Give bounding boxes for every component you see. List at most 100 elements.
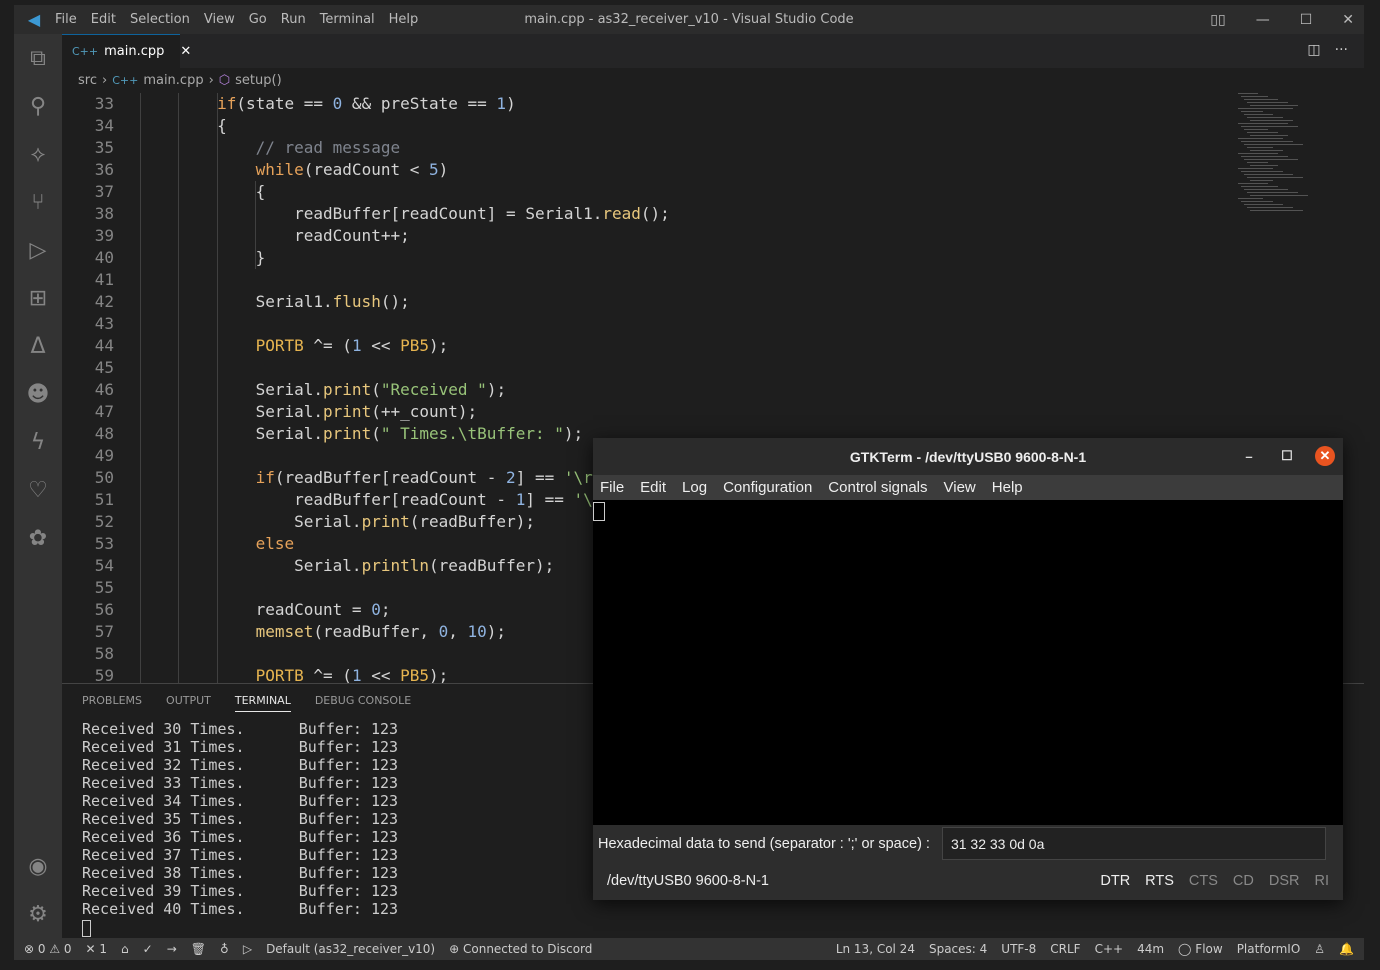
close-button[interactable]: ✕ [1342,12,1354,28]
tab-main-cpp[interactable]: C++ main.cpp ✕ [62,34,191,68]
menu-terminal[interactable]: Terminal [320,12,375,27]
gtk-menu-help[interactable]: Help [992,479,1023,496]
status-item[interactable]: ♙ [1314,942,1325,956]
close-tab-icon[interactable]: ✕ [180,44,191,59]
status-item[interactable]: Spaces: 4 [929,942,987,956]
menu-help[interactable]: Help [389,12,419,27]
explorer-icon[interactable]: ⧉ [14,34,62,82]
line-code: readCount = 0; [140,599,391,621]
status-item[interactable]: ♁ [220,942,229,956]
panel-tab-output[interactable]: OUTPUT [166,694,211,712]
git-graph-icon[interactable]: ⟡ [14,130,62,178]
tab-label: main.cpp [104,44,165,59]
layout-icon[interactable]: ▯▯ [1210,12,1225,28]
gtk-menu-log[interactable]: Log [682,479,707,496]
code-token: 1 [351,666,362,683]
code-token: Serial. [140,512,362,531]
split-editor-icon[interactable]: ◫ [1307,42,1320,58]
code-token: readBuffer[readCount] = Serial1. [140,204,603,223]
menu-view[interactable]: View [204,12,235,27]
line-code: readCount++; [140,225,410,247]
gtk-menu-configuration[interactable]: Configuration [723,479,812,496]
status-item[interactable]: PlatformIO [1237,942,1301,956]
minimap-line [1247,147,1273,148]
breadcrumb-symbol[interactable]: setup() [235,73,282,88]
code-token: Serial. [140,556,362,575]
status-item[interactable]: ⊕ Connected to Discord [449,942,592,956]
status-item[interactable]: → [167,942,177,956]
panel-tab-terminal[interactable]: TERMINAL [234,694,291,712]
lightning-icon[interactable]: ϟ [14,418,62,466]
extensions-icon[interactable]: ⊞ [14,274,62,322]
status-item[interactable]: C++ [1095,942,1124,956]
breadcrumb-file[interactable]: main.cpp [143,73,203,88]
status-item[interactable]: ✕ 1 [86,942,108,956]
search-icon[interactable]: ⚲ [14,82,62,130]
gtk-menu-view[interactable]: View [944,479,976,496]
minimize-button[interactable]: – [1239,449,1259,464]
maximize-button[interactable]: ☐ [1277,448,1297,464]
terminal-output[interactable]: Received 30 Times. Buffer: 123 Received 3… [82,720,398,918]
status-item[interactable]: ◯ Flow [1178,942,1223,956]
close-button[interactable]: ✕ [1315,446,1335,466]
menu-run[interactable]: Run [281,12,306,27]
status-item[interactable]: UTF-8 [1001,942,1036,956]
code-token: "Received " [380,380,487,399]
port-status: /dev/ttyUSB0 9600-8-N-1 [607,873,769,889]
status-item[interactable]: 44m [1137,942,1164,956]
terminal-line: Received 30 Times. Buffer: 123 [82,720,399,738]
menu-edit[interactable]: Edit [91,12,116,27]
platformio-icon[interactable]: ☻ [14,370,62,418]
line-number: 52 [94,512,114,531]
serial-terminal-screen[interactable] [593,500,1343,825]
code-token: print [323,402,372,421]
paw-icon[interactable]: ✿ [14,514,62,562]
status-item[interactable]: 🗑 [191,942,206,956]
menu-file[interactable]: File [55,12,77,27]
hex-send-input[interactable] [941,827,1326,860]
source-control-icon[interactable]: ⑂ [14,178,62,226]
run-debug-icon[interactable]: ▷ [14,226,62,274]
panel-tab-debug-console[interactable]: DEBUG CONSOLE [315,694,411,712]
code-token: { [140,116,227,135]
line-number: 48 [94,424,114,443]
terminal-line: Received 37 Times. Buffer: 123 [82,846,399,864]
minimap-line [1241,171,1283,172]
menu-go[interactable]: Go [249,12,267,27]
panel-tab-problems[interactable]: PROBLEMS [82,694,142,712]
line-code: Serial.println(readBuffer); [140,555,554,577]
code-token: (state == [236,94,333,113]
gtk-menu-file[interactable]: File [600,479,624,496]
status-item[interactable]: ▷ [243,942,252,956]
status-item[interactable]: Default (as32_receiver_v10) [266,942,435,956]
code-token: Serial1. [140,292,333,311]
code-token: ; [380,600,391,619]
gtk-menu-control-signals[interactable]: Control signals [828,479,927,496]
code-token: else [255,534,295,553]
status-item[interactable]: ✓ [143,942,153,956]
remote-icon[interactable]: ♡ [14,466,62,514]
settings-gear-icon[interactable]: ⚙ [14,890,62,938]
code-token: PORTB [255,336,304,355]
minimap-line [1250,150,1283,151]
minimap[interactable] [1230,93,1350,223]
status-item[interactable]: 🔔 [1339,942,1354,956]
more-actions-icon[interactable]: ··· [1335,42,1348,58]
minimap-line [1250,135,1288,136]
minimap-line [1244,144,1303,145]
terminal-line: Received 32 Times. Buffer: 123 [82,756,399,774]
azure-icon[interactable]: Δ [14,322,62,370]
status-item[interactable]: Ln 13, Col 24 [836,942,915,956]
account-icon[interactable]: ◉ [14,842,62,890]
code-token: << [361,336,401,355]
menu-selection[interactable]: Selection [130,12,190,27]
breadcrumb-src[interactable]: src [78,73,97,88]
minimap-line [1247,132,1278,133]
status-item[interactable]: ⌂ [121,942,129,956]
gtk-menu-edit[interactable]: Edit [640,479,666,496]
status-item[interactable]: CRLF [1050,942,1080,956]
status-item[interactable]: ⊗ 0 ⚠ 0 [24,942,72,956]
maximize-button[interactable]: ☐ [1300,12,1313,28]
minimize-button[interactable]: — [1256,12,1270,28]
